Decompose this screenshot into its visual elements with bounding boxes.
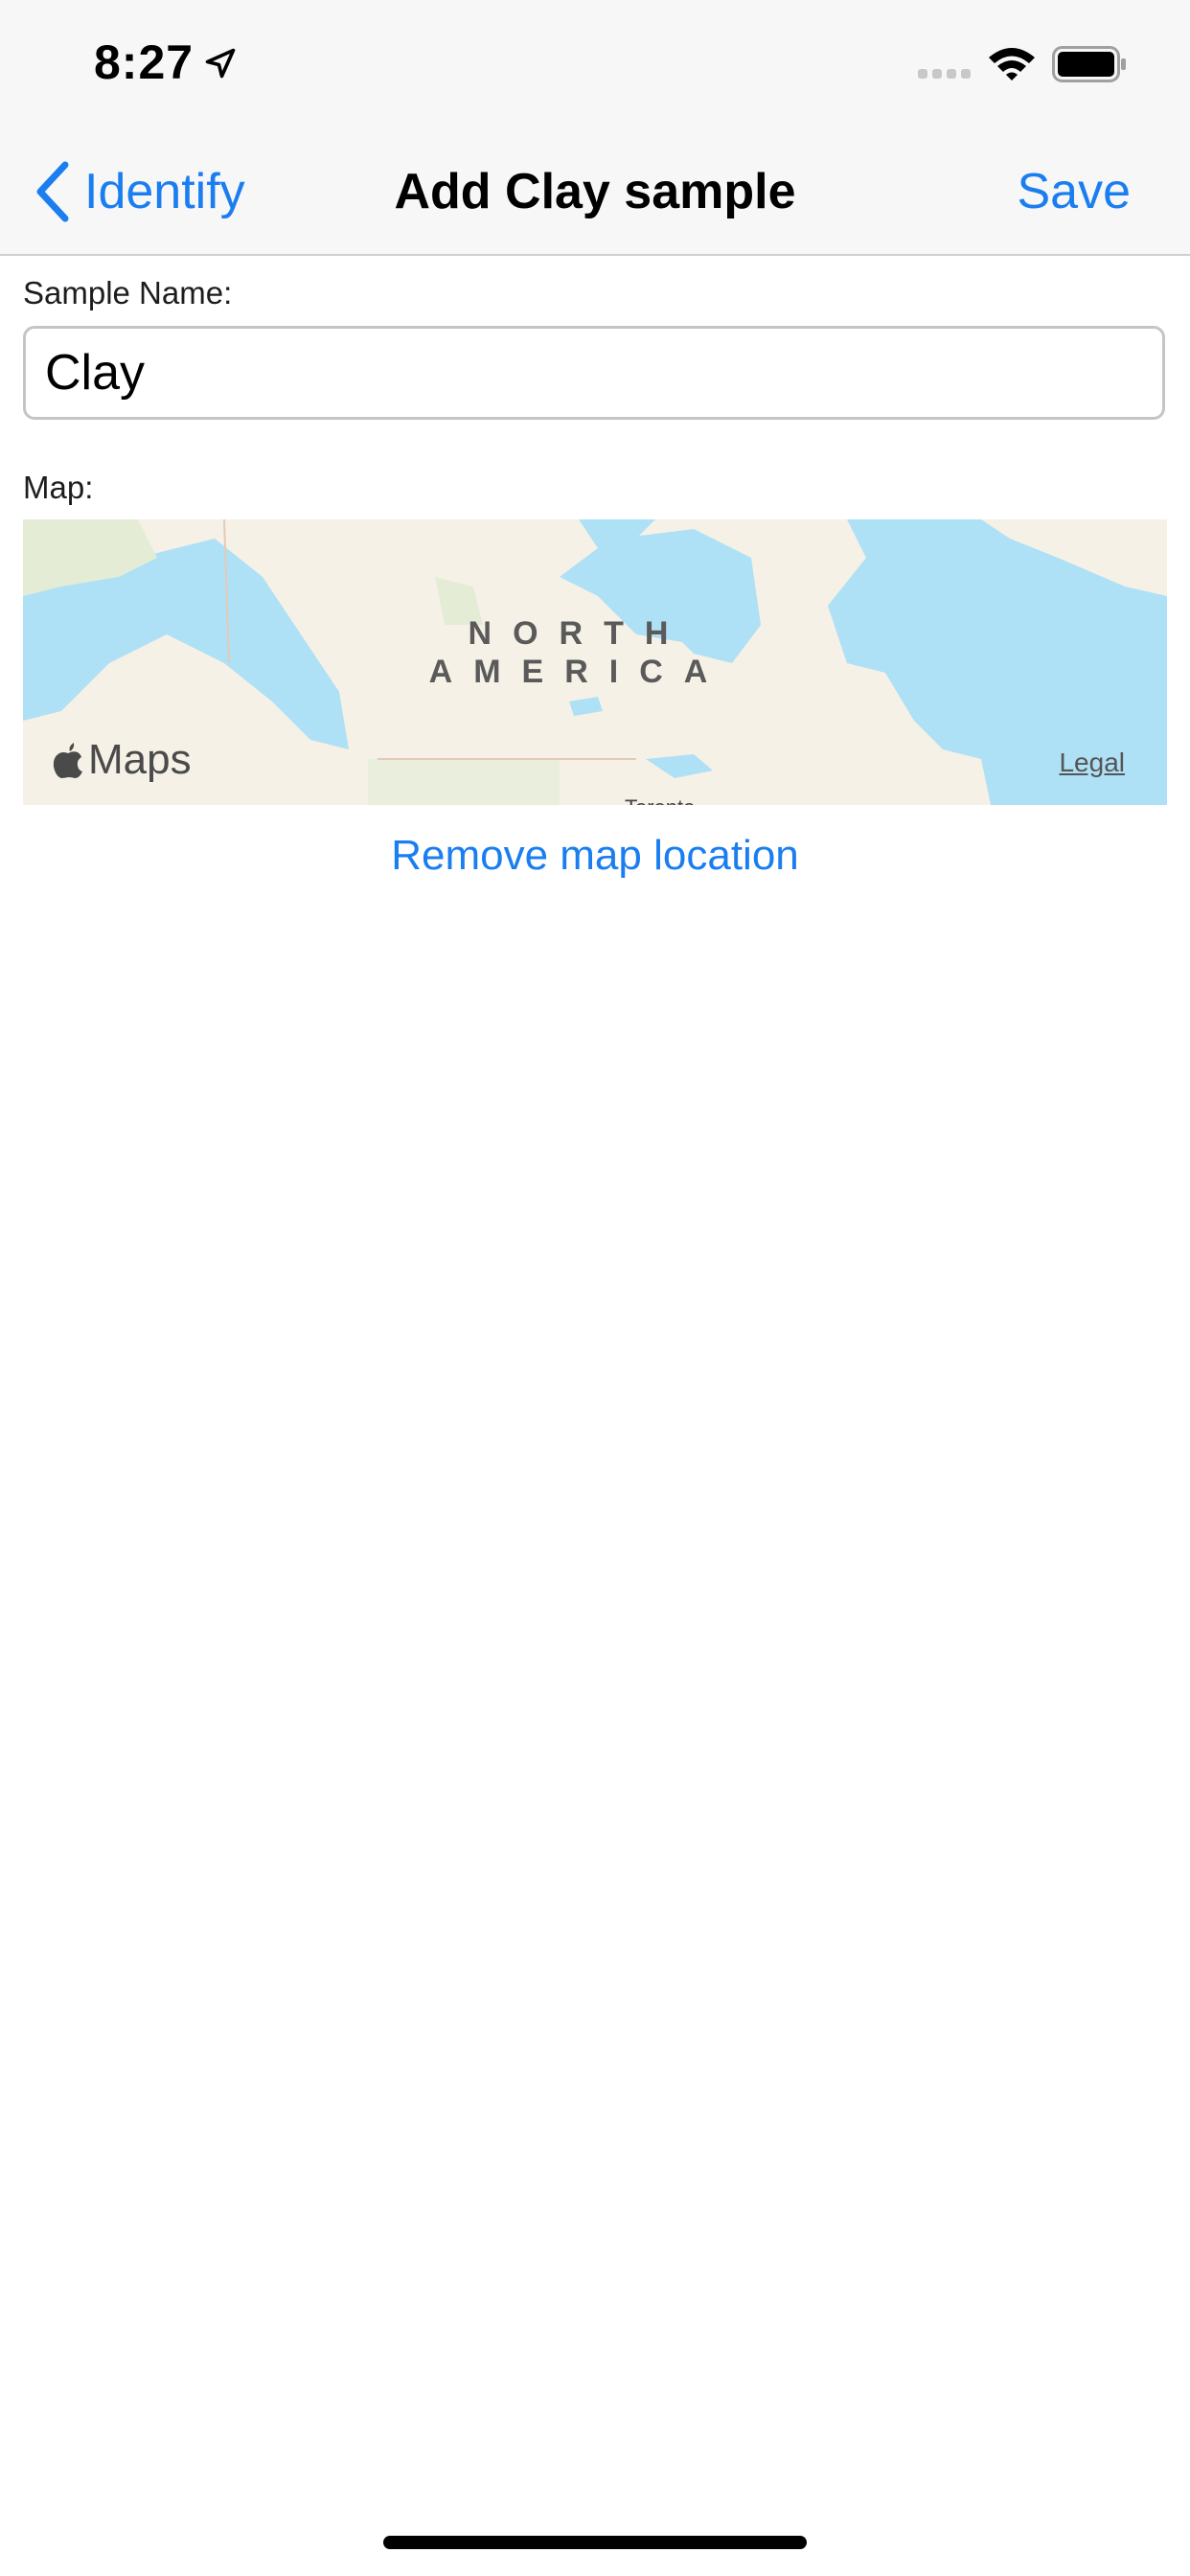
map-label: Map:	[23, 470, 94, 505]
map-city-label: Toronto	[625, 795, 695, 805]
maps-brand-text: Maps	[88, 736, 192, 783]
legal-link[interactable]: Legal	[1059, 748, 1125, 778]
status-bar: 8:27	[0, 0, 1190, 129]
map-view[interactable]: NORTH AMERICA Toronto Maps Legal	[23, 519, 1167, 805]
navigation-bar: Identify Add Clay sample Save	[0, 144, 1190, 240]
save-button[interactable]: Save	[1017, 163, 1131, 220]
page-title: Add Clay sample	[394, 164, 796, 219]
map-region-label-america: AMERICA	[428, 654, 729, 690]
map-region-label-north: NORTH	[468, 615, 690, 652]
remove-map-location-button[interactable]: Remove map location	[0, 832, 1190, 880]
cellular-signal-icon	[918, 69, 971, 79]
home-indicator	[383, 2536, 807, 2549]
wifi-icon	[989, 48, 1035, 80]
sample-name-input[interactable]	[23, 326, 1165, 420]
top-bar: 8:27 Identify Add Clay sample Save	[0, 0, 1190, 256]
apple-logo-icon	[53, 743, 82, 778]
maps-brand: Maps	[52, 736, 192, 784]
location-arrow-icon	[205, 48, 236, 79]
status-time: 8:27	[94, 35, 195, 89]
sample-name-label: Sample Name:	[23, 275, 233, 310]
battery-icon	[1052, 46, 1126, 82]
screen: 8:27 Identify Add Clay sample Save Sampl…	[0, 0, 1190, 2576]
